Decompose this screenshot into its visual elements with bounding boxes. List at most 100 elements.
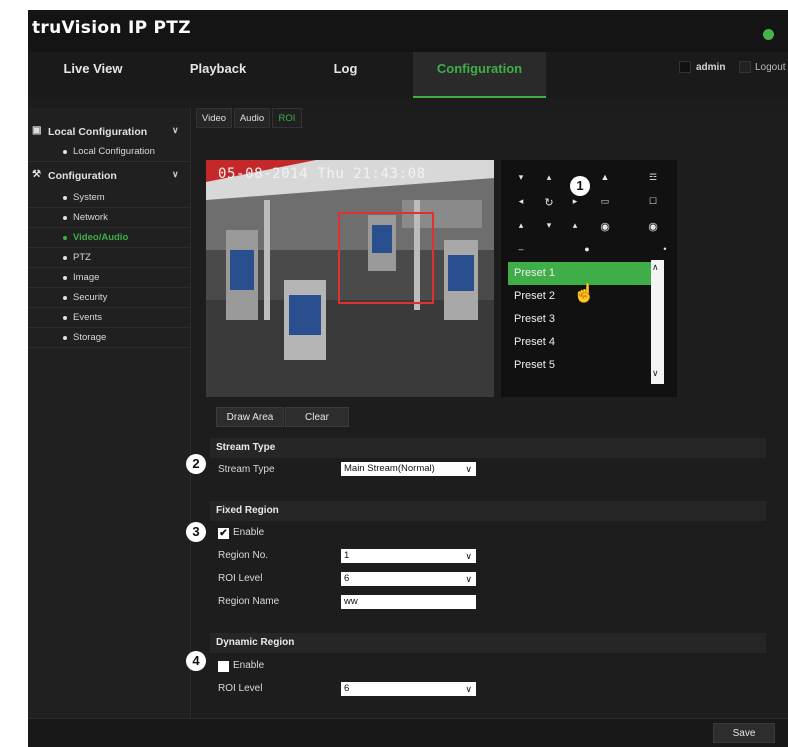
draw-area-button[interactable]: Draw Area [216,407,284,427]
tab-live-view[interactable]: Live View [28,52,158,98]
user-name: admin [696,62,726,73]
chevron-down-icon: ∨ [465,684,472,694]
chevron-down-icon[interactable]: ∨ [172,169,179,180]
preset-scrollbar[interactable]: ∧ ∨ [651,260,664,384]
tab-log[interactable]: Log [278,52,413,98]
preset-item-5[interactable]: Preset 5 [508,354,652,377]
arrow-left-icon[interactable]: ◂ [513,196,529,207]
callout-4: 4 [186,651,206,671]
arrow-up-icon[interactable]: ▴ [541,172,557,183]
tab-roi[interactable]: ROI [272,108,302,128]
callout-1: 1 [570,176,590,196]
sidebar-group-configuration[interactable]: ⚒ Configuration ∨ [28,164,191,186]
bullet-icon [63,150,67,154]
speed-slider-icon[interactable]: ● [579,244,595,254]
region-no-label: Region No. [218,550,269,561]
tab-video[interactable]: Video [196,108,232,128]
content-panel: Video Audio ROI 05-08-2014 Thu 21:43:08 … [186,108,788,718]
chevron-down-icon: ∨ [465,551,472,561]
sidebar-item-system[interactable]: System [28,188,191,208]
header: truVision IP PTZ [28,10,788,52]
ptz-control-panel: ▾ ▴ ▲ ☲ ◂ ↻ ▸ ▭ ☐ ▴ ▾ ▴ ◉ ◉ ‒ ● • 1 Pres… [501,160,677,397]
wiper-icon[interactable]: ☐ [645,196,661,207]
speed-high-icon[interactable]: • [657,244,673,254]
iris-close-icon[interactable]: ◉ [645,220,661,233]
arrow-right-icon[interactable]: ▸ [567,196,583,207]
tab-audio[interactable]: Audio [234,108,270,128]
region-name-label: Region Name [218,596,280,607]
bullet-icon [63,276,67,280]
chevron-down-icon: ∨ [465,464,472,474]
dynamic-roi-level-select[interactable]: 6 ∨ [341,682,476,696]
fixed-enable-label: Enable [233,527,265,538]
zoom-in-icon[interactable]: ▲ [597,172,613,182]
help-icon[interactable] [763,29,774,40]
sidebar-item-ptz[interactable]: PTZ [28,248,191,268]
preset-item-4[interactable]: Preset 4 [508,331,652,354]
bullet-icon [63,256,67,260]
sidebar-item-local-configuration[interactable]: Local Configuration [28,142,191,162]
wrench-icon: ⚒ [32,169,41,180]
save-button[interactable]: Save [713,723,775,743]
sidebar-item-security[interactable]: Security [28,288,191,308]
preset-list: Preset 1 Preset 2 Preset 3 Preset 4 Pres… [508,260,655,380]
bullet-icon [63,216,67,220]
arrow-down-icon[interactable]: ▾ [541,220,557,231]
sidebar-item-events[interactable]: Events [28,308,191,328]
sidebar-item-storage[interactable]: Storage [28,328,191,348]
logout-icon[interactable] [739,61,751,73]
tab-configuration[interactable]: Configuration [413,52,546,98]
chevron-down-icon[interactable]: ∨ [652,368,659,379]
tab-playback[interactable]: Playback [158,52,278,98]
focus-icon[interactable]: ▭ [597,196,613,207]
bullet-icon [63,316,67,320]
sidebar: ▣ Local Configuration ∨ Local Configurat… [28,108,191,718]
main-nav: Live View Playback Log Configuration [28,52,788,98]
preset-item-3[interactable]: Preset 3 [508,308,652,331]
app-logo: truVision IP PTZ [32,18,191,38]
stream-type-select[interactable]: Main Stream(Normal) ∨ [341,462,476,476]
sidebar-item-video-audio[interactable]: Video/Audio [28,228,191,248]
light-icon[interactable]: ☲ [645,172,661,183]
iris-open-icon[interactable]: ◉ [597,220,613,233]
bullet-icon [63,196,67,200]
footer: Save [28,718,788,747]
section-stream-type: Stream Type [210,438,766,458]
computer-icon: ▣ [32,125,42,136]
preset-item-1[interactable]: Preset 1 [508,262,652,285]
dynamic-roi-level-label: ROI Level [218,683,263,694]
speed-low-icon[interactable]: ‒ [513,244,529,254]
stream-type-label: Stream Type [218,464,275,475]
user-icon [679,61,691,73]
video-preview[interactable]: 05-08-2014 Thu 21:43:08 [206,160,494,397]
bullet-icon [63,236,67,240]
sidebar-item-image[interactable]: Image [28,268,191,288]
chevron-down-icon[interactable]: ∨ [172,125,179,136]
roi-region-box[interactable] [338,212,434,304]
clear-button[interactable]: Clear [285,407,349,427]
fixed-enable-checkbox[interactable]: ✔ [218,528,229,539]
app-window: truVision IP PTZ Live View Playback Log … [28,10,788,747]
region-name-input[interactable] [341,595,476,609]
fixed-roi-level-select[interactable]: 6 ∨ [341,572,476,586]
video-timestamp: 05-08-2014 Thu 21:43:08 [218,166,426,182]
dynamic-enable-checkbox[interactable] [218,661,229,672]
section-dynamic-region: Dynamic Region [210,633,766,653]
logout-link[interactable]: Logout [755,62,786,73]
roi-level-label: ROI Level [218,573,263,584]
region-no-select[interactable]: 1 ∨ [341,549,476,563]
sidebar-item-network[interactable]: Network [28,208,191,228]
bullet-icon [63,296,67,300]
arrow-up-left-icon[interactable]: ▾ [513,172,529,183]
chevron-down-icon: ∨ [465,574,472,584]
bullet-icon [63,336,67,340]
auto-rotate-icon[interactable]: ↻ [541,196,557,209]
hand-cursor-icon: ☝ [573,283,596,303]
dynamic-enable-label: Enable [233,660,265,671]
section-fixed-region: Fixed Region [210,501,766,521]
callout-3: 3 [186,522,206,542]
chevron-up-icon[interactable]: ∧ [652,262,659,273]
arrow-down-right-icon[interactable]: ▴ [567,220,583,231]
arrow-down-left-icon[interactable]: ▴ [513,220,529,231]
sidebar-group-local-configuration[interactable]: ▣ Local Configuration ∨ [28,120,191,142]
